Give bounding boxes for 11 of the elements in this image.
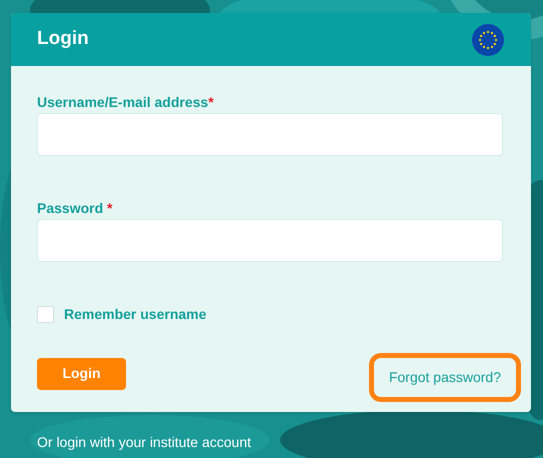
input-field[interactable] xyxy=(37,113,503,156)
checkbox-label[interactable]: Remember username xyxy=(64,304,206,325)
forgot-password-link[interactable]: Forgot password? xyxy=(368,353,521,402)
login-button[interactable]: Login xyxy=(37,358,126,390)
card-title: Login xyxy=(37,27,89,52)
input-field[interactable] xyxy=(37,219,503,262)
field-label: Password * xyxy=(37,199,114,217)
checkbox[interactable] xyxy=(37,306,54,323)
field-label: Username/E-mail address* xyxy=(37,93,215,111)
eu-flag-icon[interactable] xyxy=(472,24,504,56)
footer-text: Or login with your institute account xyxy=(37,433,252,452)
